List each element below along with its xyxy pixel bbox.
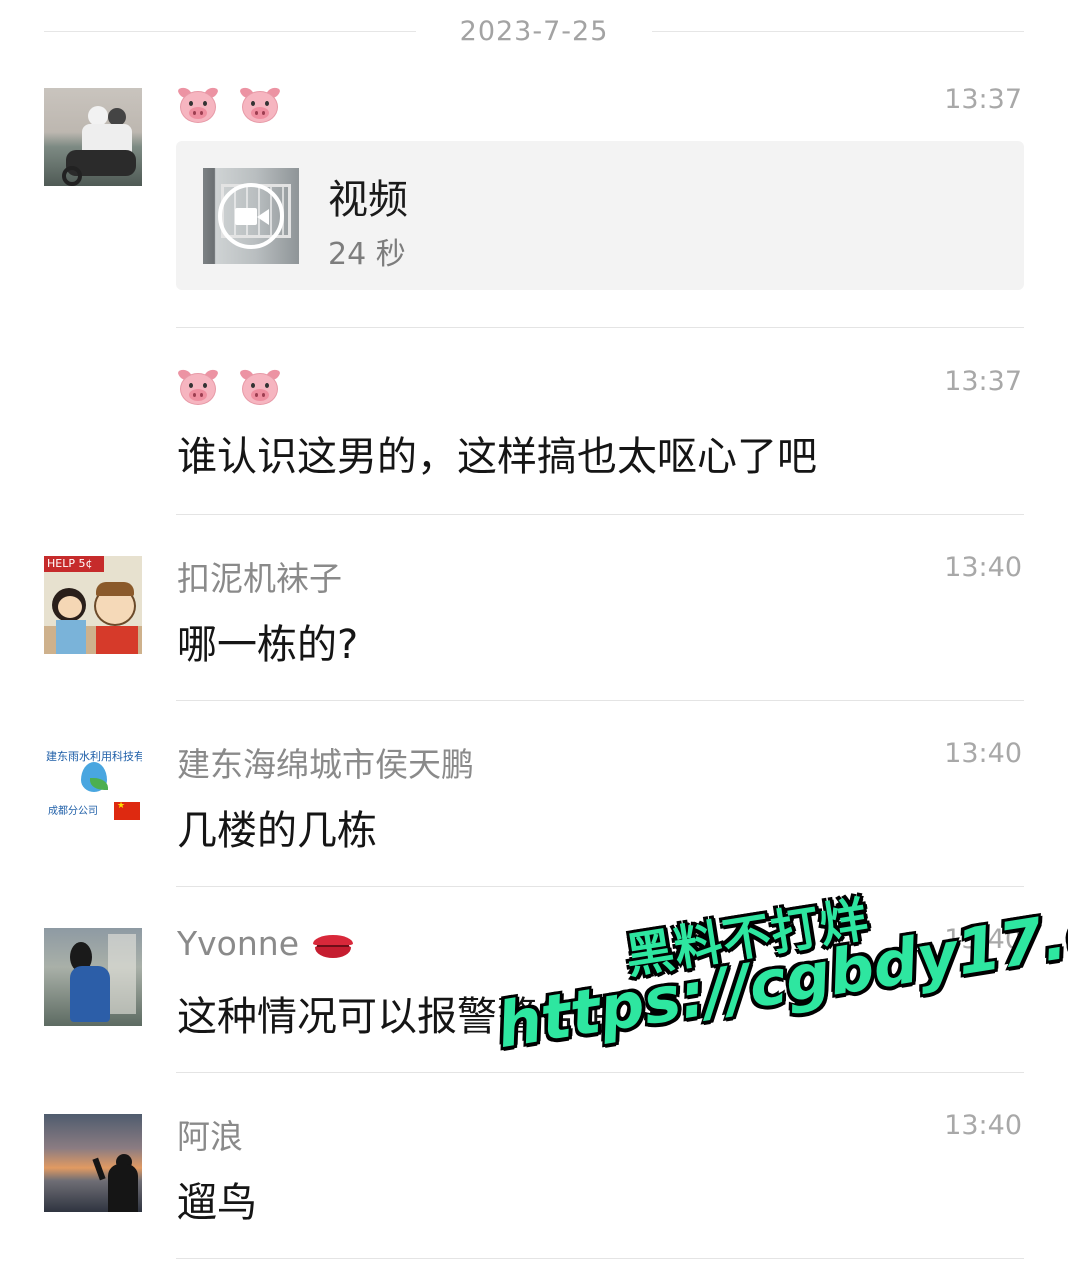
sender-name-text: Yvonne — [177, 924, 300, 963]
message-time: 13:37 — [944, 366, 1022, 397]
message-item: 阿浪 13:40 遛鸟 — [0, 1072, 1068, 1258]
avatar[interactable] — [44, 928, 142, 1026]
sender-name: 扣泥机袜子 — [177, 559, 342, 598]
avatar[interactable]: 建东雨水利用科技有限 成都分公司 — [44, 742, 142, 840]
message-item: HELP 5¢ 扣泥机袜子 13:40 哪一栋的? — [0, 514, 1068, 700]
video-thumbnail[interactable] — [203, 168, 299, 264]
video-duration: 24 秒 — [328, 237, 406, 272]
divider — [176, 1258, 1024, 1259]
video-camera-icon — [235, 208, 257, 225]
sender-name — [177, 366, 301, 408]
china-flag-icon — [114, 801, 140, 820]
pig-face-icon — [239, 84, 281, 126]
message-text: 遛鸟 — [177, 1180, 257, 1226]
message-item: 建东雨水利用科技有限 成都分公司 建东海绵城市侯天鹏 13:40 几楼的几栋 — [0, 700, 1068, 886]
pig-face-icon — [239, 366, 281, 408]
lips-icon — [313, 933, 354, 959]
message-time: 13:40 — [944, 738, 1022, 769]
message-time: 13:37 — [944, 84, 1022, 115]
avatar[interactable] — [44, 88, 142, 186]
message-item: 13:37 视频 24 秒 — [0, 0, 1068, 328]
video-title: 视频 — [328, 177, 408, 223]
video-card[interactable]: 视频 24 秒 — [176, 141, 1024, 290]
message-text: 哪一栋的? — [177, 622, 359, 668]
sender-name — [177, 84, 301, 126]
pig-face-icon — [177, 366, 219, 408]
sender-name: Yvonne — [177, 924, 354, 963]
avatar[interactable] — [44, 1114, 142, 1212]
pig-face-icon — [177, 84, 219, 126]
message-text: 几楼的几栋 — [177, 808, 377, 854]
message-text: 谁认识这男的，这样搞也太呕心了吧 — [177, 434, 817, 480]
sender-name: 阿浪 — [177, 1117, 243, 1156]
message-item: 13:37 谁认识这男的，这样搞也太呕心了吧 — [0, 328, 1068, 514]
message-time: 13:40 — [944, 1110, 1022, 1141]
message-time: 13:40 — [944, 552, 1022, 583]
sender-name: 建东海绵城市侯天鹏 — [177, 745, 474, 784]
avatar[interactable]: HELP 5¢ — [44, 556, 142, 654]
